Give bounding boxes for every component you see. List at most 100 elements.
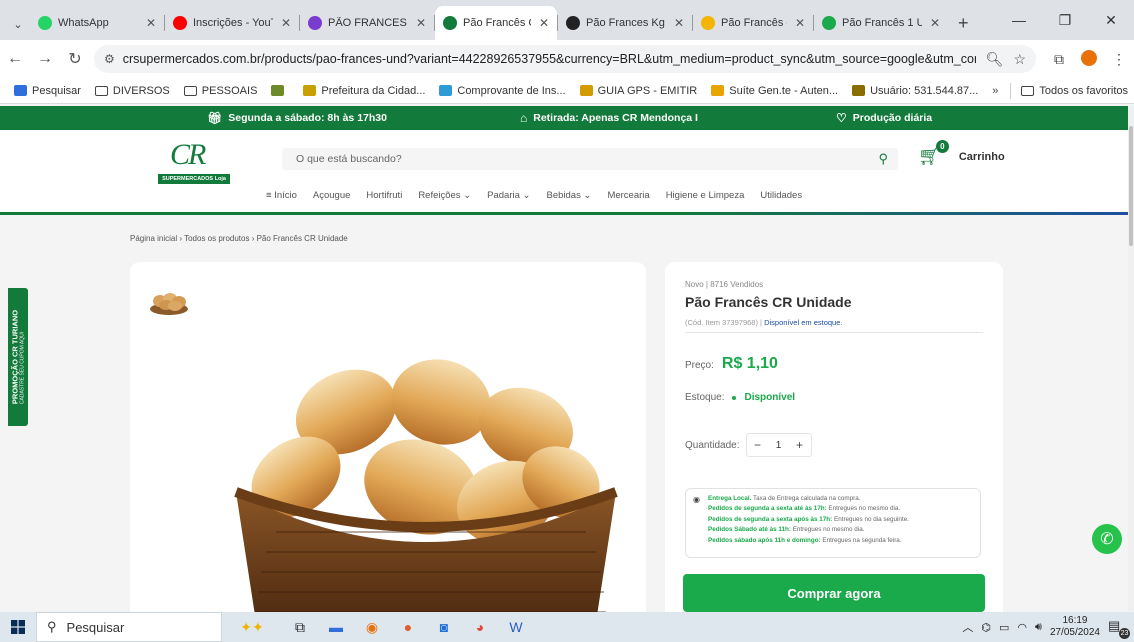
bookmark-item[interactable]: [271, 85, 289, 96]
bookmark-item[interactable]: Usuário: 531.544.87...: [852, 85, 978, 97]
browser-tab[interactable]: Inscrições - YouT ✕: [165, 6, 299, 40]
menu-item[interactable]: Hortifruti: [366, 190, 402, 201]
quantity-input[interactable]: 1: [769, 440, 789, 451]
delivery-rule: Pedidos de segunda a sexta até às 17h: E…: [708, 504, 972, 514]
buy-now-button[interactable]: Comprar agora: [683, 574, 985, 612]
restore-icon[interactable]: ❐: [1042, 0, 1088, 40]
notifications-icon[interactable]: ▤ 23: [1108, 618, 1130, 639]
delivery-icon: ◉: [693, 495, 700, 504]
minimize-icon[interactable]: —: [996, 0, 1042, 40]
word-icon[interactable]: W: [498, 612, 534, 642]
extensions-icon[interactable]: ⧉: [1044, 51, 1074, 68]
close-tab-icon[interactable]: ✕: [539, 16, 549, 30]
file-explorer-icon[interactable]: ▬: [318, 612, 354, 642]
close-tab-icon[interactable]: ✕: [146, 16, 156, 30]
bookmark-favicon-icon: [852, 85, 866, 96]
menu-item[interactable]: Refeições ⌄: [418, 190, 471, 201]
weather-highlight-icon[interactable]: ✦✦: [222, 612, 282, 642]
page-scrollbar[interactable]: [1128, 106, 1134, 611]
close-window-icon[interactable]: ✕: [1088, 0, 1134, 40]
tab-title: Pão Francês CR: [463, 17, 531, 29]
menu-item[interactable]: Padaria ⌄: [487, 190, 530, 201]
browser-tab[interactable]: Pão Frances Kg ✕: [558, 6, 692, 40]
profile-avatar[interactable]: [1074, 49, 1104, 69]
task-view-icon[interactable]: ⧉: [282, 612, 318, 642]
network-icon[interactable]: ⌬: [981, 621, 991, 634]
browser-tab[interactable]: WhatsApp ✕: [30, 6, 164, 40]
delivery-rule-text: Entregues no mesmo dia.: [790, 526, 865, 534]
new-tab-button[interactable]: +: [948, 6, 979, 40]
wifi-icon[interactable]: ◠: [1017, 621, 1027, 634]
battery-icon[interactable]: ▭: [999, 621, 1009, 634]
browser-tab[interactable]: Pão Francês 1 Un ✕: [814, 6, 948, 40]
tab-search-chevron-icon[interactable]: ⌄: [6, 8, 30, 40]
bookmark-item[interactable]: DIVERSOS: [94, 85, 170, 97]
chrome-icon[interactable]: ◉: [354, 612, 390, 642]
browser-toolbar: ← → ↻ ⚙ crsupermercados.com.br/products/…: [0, 40, 1134, 78]
bookmark-label: PESSOAIS: [201, 84, 258, 97]
menu-kebab-icon[interactable]: ⋮: [1104, 51, 1134, 68]
site-info-icon[interactable]: ⚙: [104, 52, 115, 66]
outlook-icon[interactable]: ◙: [426, 612, 462, 642]
bookmark-star-icon[interactable]: ☆: [1013, 51, 1026, 68]
site-icon: [822, 16, 836, 30]
menu-item[interactable]: Mercearia: [607, 190, 649, 201]
close-tab-icon[interactable]: ✕: [795, 16, 805, 30]
menu-item[interactable]: Bebidas ⌄: [547, 190, 592, 201]
volume-icon[interactable]: 🔊︎: [1035, 621, 1042, 634]
browser-tab[interactable]: Pão Francês da ✕: [693, 6, 813, 40]
close-tab-icon[interactable]: ✕: [930, 16, 940, 30]
quantity-increase-button[interactable]: +: [789, 434, 811, 456]
close-tab-icon[interactable]: ✕: [674, 16, 684, 30]
breadcrumb[interactable]: Página inicial › Todos os produtos › Pão…: [130, 234, 348, 243]
bookmark-item[interactable]: Prefeitura da Cidad...: [303, 85, 425, 97]
daily-production: ♡ Produção diária: [836, 111, 932, 125]
browser-tab[interactable]: PÃO FRANCES U ✕: [300, 6, 434, 40]
whatsapp-chat-button[interactable]: ✆: [1092, 524, 1122, 554]
start-button[interactable]: [0, 612, 36, 642]
search-input[interactable]: O que está buscando? ⚲: [282, 148, 898, 170]
windows-taskbar: ⚲ Pesquisar ✦✦ ⧉ ▬ ◉ ● ◙ ◕ W ︿ ⌬ ▭ ◠ 🔊︎ …: [0, 612, 1134, 642]
bookmark-item[interactable]: Suíte Gen.te - Auten...: [711, 85, 838, 97]
bookmark-item[interactable]: Comprovante de Ins...: [439, 84, 566, 97]
bookmark-item[interactable]: GUIA GPS - EMITIR: [579, 84, 698, 97]
bookmark-favicon-icon: [711, 85, 725, 96]
whatsapp-icon: [38, 16, 52, 30]
product-thumbnail[interactable]: [148, 288, 190, 316]
clock[interactable]: 16:19 27/05/2024: [1050, 615, 1100, 639]
delivery-title-line: Entrega Local. Taxa de Entrega calculada…: [708, 494, 972, 504]
tray-chevron-icon[interactable]: ︿: [962, 619, 973, 635]
price-label: Preço:: [685, 360, 714, 371]
zoom-icon[interactable]: 🔍︎: [986, 51, 1004, 68]
forward-icon[interactable]: →: [30, 50, 60, 68]
taskbar-search-input[interactable]: ⚲ Pesquisar: [36, 612, 222, 642]
url-text[interactable]: crsupermercados.com.br/products/pao-fran…: [123, 52, 976, 66]
browser-tab[interactable]: Pão Francês CR ✕: [435, 6, 557, 40]
address-bar[interactable]: ⚙ crsupermercados.com.br/products/pao-fr…: [94, 45, 1036, 73]
back-icon[interactable]: ←: [0, 50, 30, 68]
promo-side-tab[interactable]: PROMOÇÃO CR TURIANO CADASTRE SEU CUPOM A…: [8, 288, 28, 426]
close-tab-icon[interactable]: ✕: [281, 16, 291, 30]
menu-item[interactable]: Higiene e Limpeza: [666, 190, 745, 201]
scrollbar-thumb[interactable]: [1129, 126, 1133, 246]
search-icon: ⚲: [47, 619, 57, 634]
firefox-icon[interactable]: ●: [390, 612, 426, 642]
bookmark-item[interactable]: PESSOAIS: [183, 84, 258, 97]
bookmark-label: GUIA GPS - EMITIR: [597, 84, 698, 97]
product-code-line: (Cód. Item 37397968) | Disponível em est…: [685, 318, 842, 327]
site-logo[interactable]: CR SUPERMERCADOS Loja Online: [158, 140, 230, 192]
chrome-profile-icon[interactable]: ◕: [462, 612, 498, 642]
more-bookmarks-button[interactable]: »: [992, 85, 998, 97]
close-tab-icon[interactable]: ✕: [416, 16, 426, 30]
quantity-decrease-button[interactable]: −: [747, 434, 769, 456]
menu-item[interactable]: ≡ Início: [266, 190, 297, 201]
all-bookmarks-button[interactable]: Todos os favoritos: [1021, 85, 1128, 97]
cart-button[interactable]: 🛒︎ 0 Carrinho: [918, 140, 1005, 167]
tab-title: Pão Francês 1 Un: [842, 17, 922, 29]
bookmark-item[interactable]: Pesquisar: [14, 85, 81, 97]
search-icon[interactable]: ⚲: [878, 151, 888, 167]
bookmark-label: Comprovante de Ins...: [457, 84, 566, 97]
menu-item[interactable]: Utilidades: [760, 190, 802, 201]
reload-icon[interactable]: ↻: [60, 49, 90, 69]
menu-item[interactable]: Açougue: [313, 190, 351, 201]
